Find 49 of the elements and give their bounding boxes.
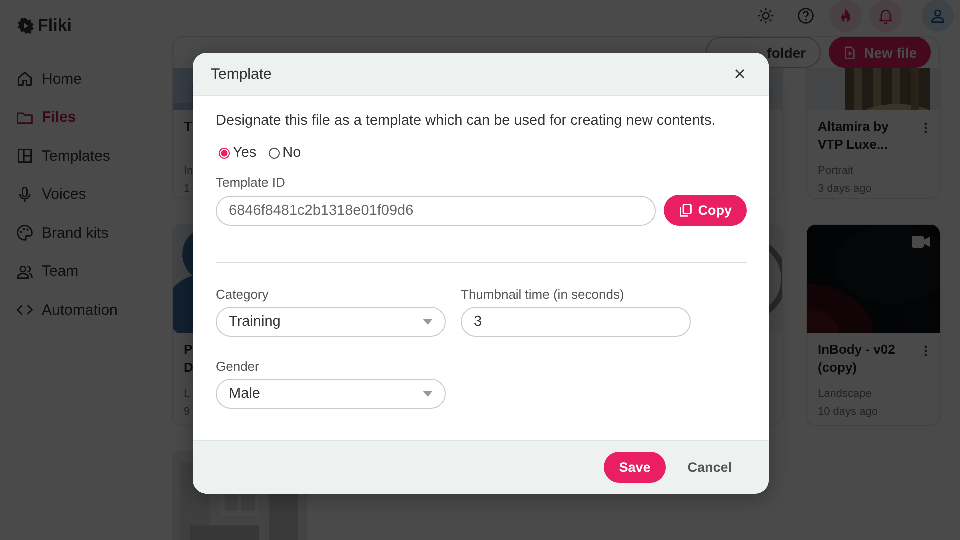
more-icon[interactable] [924, 122, 928, 134]
sidebar-item[interactable]: Automation [16, 291, 124, 330]
dropdown-caret-icon [423, 391, 433, 397]
close-icon [735, 69, 745, 79]
field-label: Thumbnail time (in seconds) [461, 287, 624, 302]
sun-icon [757, 7, 775, 25]
radio-button[interactable] [219, 148, 230, 158]
template-id-field[interactable]: 6846f8481c2b1318e01f09d6 [216, 196, 656, 226]
file-title: T [184, 118, 192, 136]
user-icon [929, 7, 947, 25]
copy-button[interactable]: Copy [664, 195, 747, 226]
gender-dropdown[interactable]: Male [216, 379, 446, 409]
file-title: P D [184, 341, 194, 377]
field-label: Template ID [216, 175, 286, 190]
category-dropdown[interactable]: Training [216, 307, 446, 337]
layout-icon [16, 147, 34, 166]
palette-icon [16, 224, 34, 242]
file-title: Altamira by VTP Luxe... [818, 118, 889, 154]
sidebar-item[interactable]: Voices [16, 176, 92, 214]
radio-button[interactable] [268, 148, 280, 158]
dialog-title: Template [211, 66, 272, 82]
close-button[interactable] [733, 67, 747, 81]
new-file-button[interactable]: New file [829, 37, 931, 68]
radio-option[interactable]: No [268, 145, 302, 161]
field-label: Gender [216, 359, 260, 374]
more-icon[interactable] [924, 345, 928, 357]
home-icon [16, 70, 34, 88]
cancel-button[interactable]: Cancel [688, 456, 732, 479]
radio-option[interactable]: Yes [219, 145, 257, 161]
sidebar-item[interactable]: Files [16, 98, 82, 137]
logo-icon [18, 18, 34, 34]
description-text: Designate this file as a template which can be used for creating new contents. [216, 112, 717, 131]
logo-text: Fliki [38, 16, 72, 36]
sidebar-item[interactable]: Templates [16, 137, 116, 176]
file-plus-icon [843, 46, 858, 60]
field-label: Category [216, 287, 269, 302]
bell-button[interactable] [870, 0, 902, 32]
bell-icon [877, 7, 895, 25]
sidebar-item[interactable]: Team [16, 252, 85, 291]
sidebar-item[interactable]: Home [16, 60, 88, 98]
save-button[interactable]: Save [604, 452, 666, 483]
thumbnail-time-field[interactable]: 3 [461, 307, 691, 337]
account-button[interactable] [922, 0, 954, 32]
copy-icon [680, 204, 692, 217]
help-icon [797, 7, 815, 25]
sidebar-item[interactable]: Brand kits [16, 214, 115, 252]
flame-button[interactable] [830, 0, 862, 32]
file-title: InBody - v02 (copy) [818, 341, 896, 377]
dropdown-caret-icon [423, 319, 433, 325]
